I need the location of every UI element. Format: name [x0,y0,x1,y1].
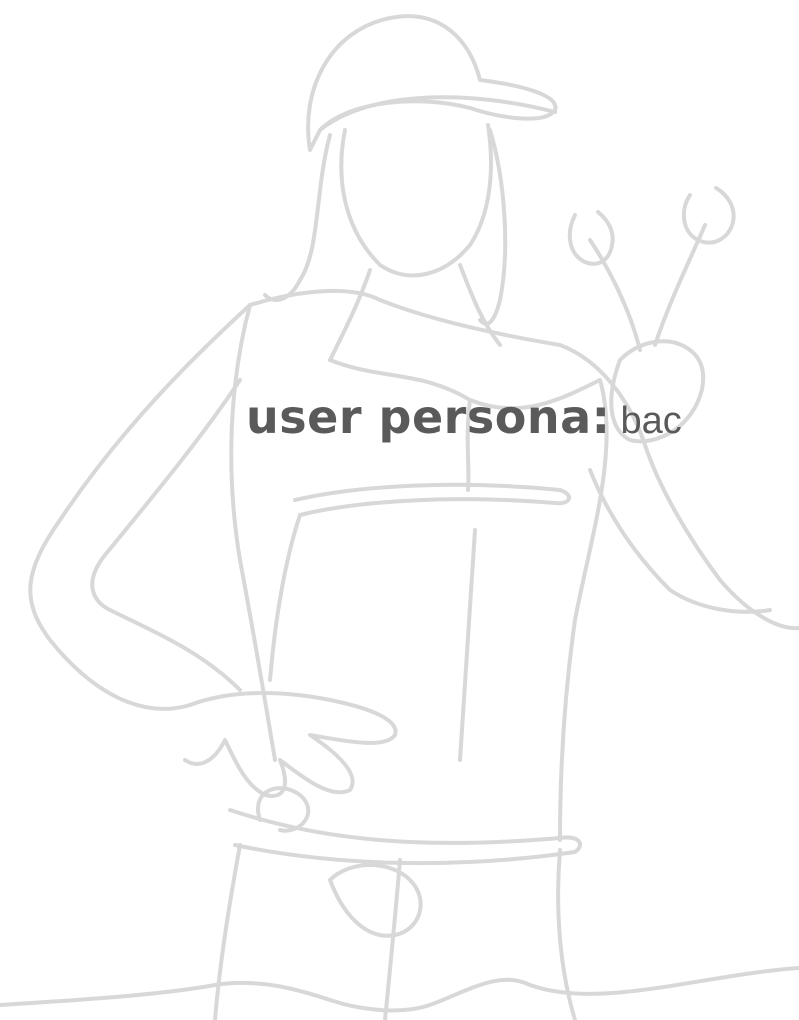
shoulder-line [248,288,562,347]
left-leg [213,843,242,1020]
right-arm-inner [588,468,772,614]
bib-top [293,482,571,517]
heading-title-bold: user persona: [246,390,611,444]
overall-left [268,513,302,682]
worker-line-illustration [0,14,799,1020]
wrench-right [653,186,736,347]
left-hand [183,691,398,798]
heading-title-rest: bac [620,400,682,442]
wrench-left [567,210,642,352]
left-arm [28,303,252,711]
page-heading: user persona: bac [246,394,682,440]
left-arm-inner [90,378,242,692]
center-leg [383,858,402,1020]
face-outline [339,123,493,278]
bottom-loop [0,966,799,1013]
slide-canvas: user persona: bac [0,0,799,1020]
torso-right [558,378,609,842]
belt [228,808,582,866]
waist-loop [328,863,423,938]
hair-left [263,133,332,302]
overall-right [458,528,477,762]
